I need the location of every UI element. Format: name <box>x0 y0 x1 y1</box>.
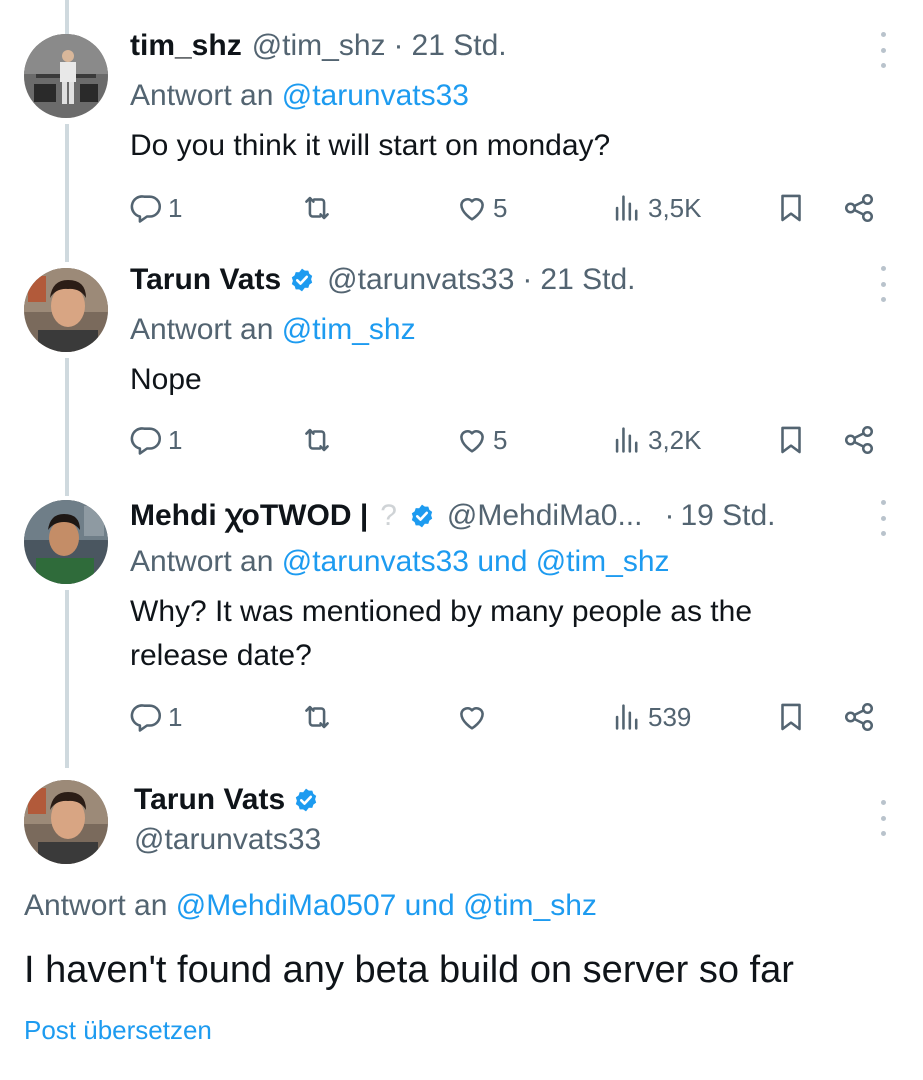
reply-button[interactable]: 1 <box>130 420 182 460</box>
views-button[interactable]: 3,2K <box>610 420 702 460</box>
reply-icon <box>130 704 162 732</box>
bookmark-icon <box>781 426 801 454</box>
views-icon <box>615 704 638 730</box>
translate-link[interactable]: Post übersetzen <box>24 1015 212 1046</box>
reply-mentions[interactable]: @MehdiMa0507 und @tim_shz <box>176 889 597 922</box>
avatar[interactable] <box>24 500 108 584</box>
reply-count: 1 <box>168 701 183 732</box>
reply-icon <box>130 427 162 455</box>
user-handle[interactable]: @tarunvats33 <box>134 822 321 858</box>
user-handle[interactable]: @tim_shz <box>252 28 386 64</box>
heart-icon <box>460 707 484 730</box>
reply-prefix: Antwort an <box>24 889 168 922</box>
timestamp[interactable]: 19 Std. <box>680 498 775 534</box>
more-vertical-icon[interactable] <box>873 32 893 68</box>
thread-line <box>65 124 69 262</box>
views-button[interactable]: 3,5K <box>610 188 702 228</box>
reply-context: Antwort an @tarunvats33 und @tim_shz <box>130 544 670 580</box>
action-bar: 1 5 3,2K <box>130 420 890 460</box>
bookmark-button[interactable] <box>774 697 808 737</box>
heart-icon <box>460 430 484 453</box>
share-icon <box>844 193 874 223</box>
views-icon <box>615 195 638 221</box>
views-button[interactable]: 539 <box>610 697 691 737</box>
views-count: 539 <box>648 701 692 732</box>
verified-badge-icon <box>289 267 315 293</box>
action-bar: 1 5 3,5K <box>130 188 890 228</box>
reply-prefix: Antwort an <box>130 79 274 112</box>
separator-dot: · <box>522 263 533 296</box>
thread-line <box>65 590 69 768</box>
tweet-text: Do you think it will start on monday? <box>130 129 611 162</box>
reply-icon <box>130 195 162 223</box>
more-vertical-icon[interactable] <box>873 266 893 302</box>
avatar[interactable] <box>24 268 108 352</box>
retweet-icon <box>305 196 329 220</box>
bookmark-button[interactable] <box>774 420 808 460</box>
reply-context: Antwort an @tarunvats33 <box>130 78 469 114</box>
share-button[interactable] <box>842 420 876 460</box>
views-icon <box>615 427 638 453</box>
heart-icon <box>460 198 484 221</box>
more-vertical-icon[interactable] <box>873 500 893 536</box>
reply-mentions[interactable]: @tim_shz <box>282 313 416 346</box>
action-bar: 1 539 <box>130 697 890 737</box>
share-icon <box>844 702 874 732</box>
display-name[interactable]: Tarun Vats <box>134 782 285 818</box>
like-count: 5 <box>493 192 508 223</box>
reply-button[interactable]: 1 <box>130 697 182 737</box>
tweet-text: Why? It was mentioned by many people as … <box>130 595 753 672</box>
like-button[interactable]: 5 <box>455 420 507 460</box>
reply-context: Antwort an @MehdiMa0507 und @tim_shz <box>24 888 597 924</box>
retweet-icon <box>305 705 329 729</box>
retweet-button[interactable] <box>300 697 334 737</box>
reply-count: 1 <box>168 424 183 455</box>
main-tweet-text: I haven't found any beta build on server… <box>24 949 794 991</box>
views-count: 3,2K <box>648 424 702 455</box>
avatar[interactable] <box>24 780 108 864</box>
bookmark-icon <box>781 703 801 731</box>
tweet-header: Tarun Vats @tarunvats33 · 21 Std. <box>130 262 853 298</box>
reply-button[interactable]: 1 <box>130 188 182 228</box>
bookmark-button[interactable] <box>774 188 808 228</box>
retweet-button[interactable] <box>300 420 334 460</box>
verified-badge-icon <box>409 503 435 529</box>
user-handle[interactable]: @MehdiMa0... <box>447 498 643 534</box>
thread-line <box>65 0 69 34</box>
reply-mentions[interactable]: @tarunvats33 <box>282 79 469 112</box>
question-mark-emoji-icon: ? <box>380 499 397 532</box>
retweet-icon <box>305 428 329 452</box>
like-button[interactable] <box>455 697 489 737</box>
like-button[interactable]: 5 <box>455 188 507 228</box>
reply-prefix: Antwort an <box>130 545 274 578</box>
timestamp[interactable]: 21 Std. <box>412 28 507 64</box>
share-button[interactable] <box>842 188 876 228</box>
display-name[interactable]: tim_shz <box>130 28 242 64</box>
thread-line <box>65 358 69 496</box>
user-handle[interactable]: @tarunvats33 <box>327 262 514 298</box>
reply-mentions[interactable]: @tarunvats33 und @tim_shz <box>282 545 670 578</box>
share-button[interactable] <box>842 697 876 737</box>
like-count: 5 <box>493 424 508 455</box>
reply-prefix: Antwort an <box>130 313 274 346</box>
bookmark-icon <box>781 194 801 222</box>
avatar[interactable] <box>24 34 108 118</box>
reply-count: 1 <box>168 192 183 223</box>
views-count: 3,5K <box>648 192 702 223</box>
timestamp[interactable]: 21 Std. <box>540 262 635 298</box>
separator-dot: · <box>664 499 675 532</box>
tweet-header: tim_shz @tim_shz · 21 Std. <box>130 28 853 64</box>
retweet-button[interactable] <box>300 188 334 228</box>
reply-context: Antwort an @tim_shz <box>130 312 416 348</box>
main-tweet-header: Tarun Vats <box>134 782 853 818</box>
share-icon <box>844 425 874 455</box>
verified-badge-icon <box>293 787 319 813</box>
separator-dot: · <box>393 29 404 62</box>
display-name[interactable]: Mehdi ꭓoTWOD | <box>130 498 368 534</box>
tweet-header: Mehdi ꭓoTWOD | ? @MehdiMa0... · 19 Std. <box>130 498 853 534</box>
more-vertical-icon[interactable] <box>873 800 893 836</box>
tweet-text: Nope <box>130 363 202 396</box>
display-name[interactable]: Tarun Vats <box>130 262 281 298</box>
